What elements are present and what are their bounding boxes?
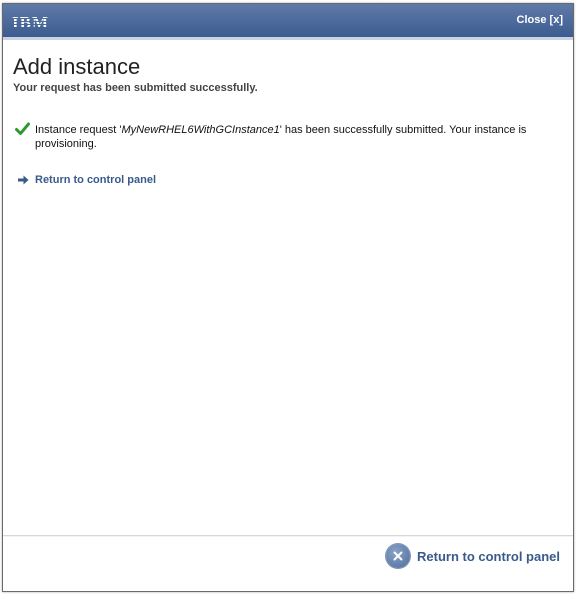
success-message-text: Instance request 'MyNewRHEL6WithGCInstan… — [35, 123, 563, 151]
check-icon — [15, 122, 30, 135]
add-instance-dialog: IBM Close [x] Add instance Your request … — [2, 3, 574, 592]
page-title: Add instance — [13, 54, 141, 79]
dialog-titlebar: IBM Close [x] — [3, 4, 573, 40]
page-subtitle: Your request has been submitted successf… — [13, 82, 258, 94]
footer-button-label: Return to control panel — [417, 548, 560, 564]
return-to-control-panel-button[interactable]: Return to control panel — [386, 544, 560, 568]
instance-name: MyNewRHEL6WithGCInstance1 — [121, 124, 280, 136]
message-prefix: Instance request ' — [35, 124, 122, 136]
dialog-footer: Return to control panel — [3, 535, 573, 591]
arrow-right-icon — [18, 175, 29, 185]
return-to-control-panel-link[interactable]: Return to control panel — [18, 174, 156, 186]
return-link-label: Return to control panel — [35, 174, 156, 186]
ibm-logo: IBM — [12, 13, 49, 32]
close-circle-icon — [386, 544, 410, 568]
close-button[interactable]: Close [x] — [517, 14, 563, 26]
